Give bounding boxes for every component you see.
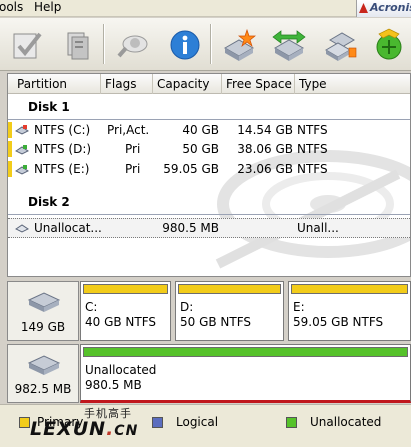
legend: Primary Logical Unallocated 手机高手 LEXUN.C… — [0, 404, 411, 447]
create-partition-icon — [223, 28, 256, 61]
magnifier-icon — [117, 35, 148, 58]
partition-icon — [15, 165, 29, 175]
map-partition-label: D: — [180, 300, 194, 314]
col-flags[interactable]: Flags — [101, 74, 153, 94]
map-partition-info: 40 GB NTFS — [85, 315, 157, 329]
map-partition-d[interactable]: D: 50 GB NTFS — [175, 281, 284, 341]
hard-disk-icon — [27, 292, 61, 312]
column-header-row: Partition Flags Capacity Free Space Type — [8, 74, 410, 94]
primary-mark — [8, 141, 12, 157]
resize-partition-button[interactable] — [270, 26, 308, 64]
hard-disk-icon — [27, 355, 61, 375]
primary-mark — [8, 122, 12, 138]
unallocated-icon — [15, 224, 29, 233]
disk-1-size: 149 GB — [20, 320, 66, 334]
primary-bar — [178, 284, 281, 294]
undo-icon — [67, 32, 89, 60]
partition-name: Unallocat... — [34, 221, 102, 235]
watermark-logo: LEXUN.CN — [30, 418, 138, 440]
col-capacity[interactable]: Capacity — [153, 74, 222, 94]
toolbar — [0, 18, 411, 71]
partition-free: 14.54 GB — [237, 123, 293, 137]
disk-1-group-label: Disk 1 — [28, 100, 70, 114]
partition-type: Unall... — [297, 221, 339, 235]
primary-swatch — [19, 417, 30, 428]
partition-capacity: 50 GB — [182, 142, 219, 156]
partition-icon — [15, 125, 29, 135]
map-partition-info: 50 GB NTFS — [180, 315, 252, 329]
partition-capacity: 59.05 GB — [163, 162, 219, 176]
partition-name: NTFS (D:) — [34, 142, 92, 156]
menu-bar: ools Help Acronis — [0, 0, 411, 17]
map-partition-label: E: — [293, 300, 305, 314]
acronis-mark-icon — [359, 3, 368, 13]
primary-bar — [291, 284, 408, 294]
partition-name: NTFS (E:) — [34, 162, 90, 176]
legend-unallocated: Unallocated — [310, 415, 382, 429]
undo-button[interactable] — [58, 26, 96, 64]
commit-button[interactable] — [8, 26, 46, 64]
legend-logical: Logical — [176, 415, 219, 429]
col-type[interactable]: Type — [295, 74, 410, 94]
disk-2-size: 982.5 MB — [14, 382, 72, 396]
partition-flags: Pri,Act. — [107, 123, 150, 137]
partition-flags: Pri — [125, 142, 141, 156]
map-unallocated[interactable]: Unallocated 980.5 MB — [80, 344, 411, 403]
checklist-icon — [13, 32, 42, 59]
lexun-watermark: 手机高手 LEXUN.CN — [30, 405, 180, 447]
disk-1-box[interactable]: 149 GB — [7, 281, 79, 341]
partition-type: NTFS — [297, 142, 328, 156]
disk-map: 149 GB C: 40 GB NTFS D: 50 GB NTFS E: 59… — [7, 281, 411, 403]
col-partition[interactable]: Partition — [8, 74, 101, 94]
recovery-wizard-button[interactable] — [370, 26, 408, 64]
resize-partition-icon — [272, 30, 306, 61]
map-partition-info: 980.5 MB — [85, 378, 142, 392]
watermark-suffix: CN — [114, 423, 139, 439]
map-partition-label: C: — [85, 300, 98, 314]
copy-partition-icon — [325, 32, 357, 61]
create-partition-button[interactable] — [220, 26, 258, 64]
menu-tools[interactable]: ools — [0, 0, 23, 15]
map-partition-c[interactable]: C: 40 GB NTFS — [80, 281, 171, 341]
menu-help[interactable]: Help — [34, 0, 61, 15]
partition-capacity: 40 GB — [182, 123, 219, 137]
group-divider — [8, 214, 410, 215]
partition-type: NTFS — [297, 123, 328, 137]
acronis-logo: Acronis — [356, 0, 411, 17]
partition-name: NTFS (C:) — [34, 123, 91, 137]
partition-flags: Pri — [125, 162, 141, 176]
partition-capacity: 980.5 MB — [162, 221, 219, 235]
disk-2-group-label: Disk 2 — [28, 195, 70, 209]
group-divider — [8, 119, 410, 120]
map-partition-info: 59.05 GB NTFS — [293, 315, 384, 329]
unallocated-swatch — [286, 417, 297, 428]
disk-2-box[interactable]: 982.5 MB — [7, 344, 79, 403]
partition-free: 38.06 GB — [237, 142, 293, 156]
table-row-selected[interactable]: Unallocat... 980.5 MB Unall... — [8, 218, 410, 238]
toolbar-separator — [103, 24, 105, 64]
recovery-wizard-icon — [376, 28, 402, 60]
watermark-en-text: LEXUN — [30, 418, 107, 440]
map-partition-label: Unallocated — [85, 363, 157, 377]
view-details-button[interactable] — [114, 26, 152, 64]
map-partition-e[interactable]: E: 59.05 GB NTFS — [288, 281, 411, 341]
primary-mark — [8, 161, 12, 177]
info-icon — [170, 30, 200, 60]
partition-type: NTFS — [297, 162, 328, 176]
unallocated-bar — [83, 347, 408, 357]
partition-free: 23.06 GB — [237, 162, 293, 176]
partition-list[interactable]: Partition Flags Capacity Free Space Type… — [7, 73, 411, 277]
copy-partition-button[interactable] — [321, 26, 359, 64]
brand-name: Acronis — [370, 1, 411, 14]
info-button[interactable] — [166, 26, 204, 64]
col-free-space[interactable]: Free Space — [222, 74, 295, 94]
toolbar-separator — [210, 24, 212, 64]
partition-icon — [15, 145, 29, 155]
primary-bar — [83, 284, 168, 294]
